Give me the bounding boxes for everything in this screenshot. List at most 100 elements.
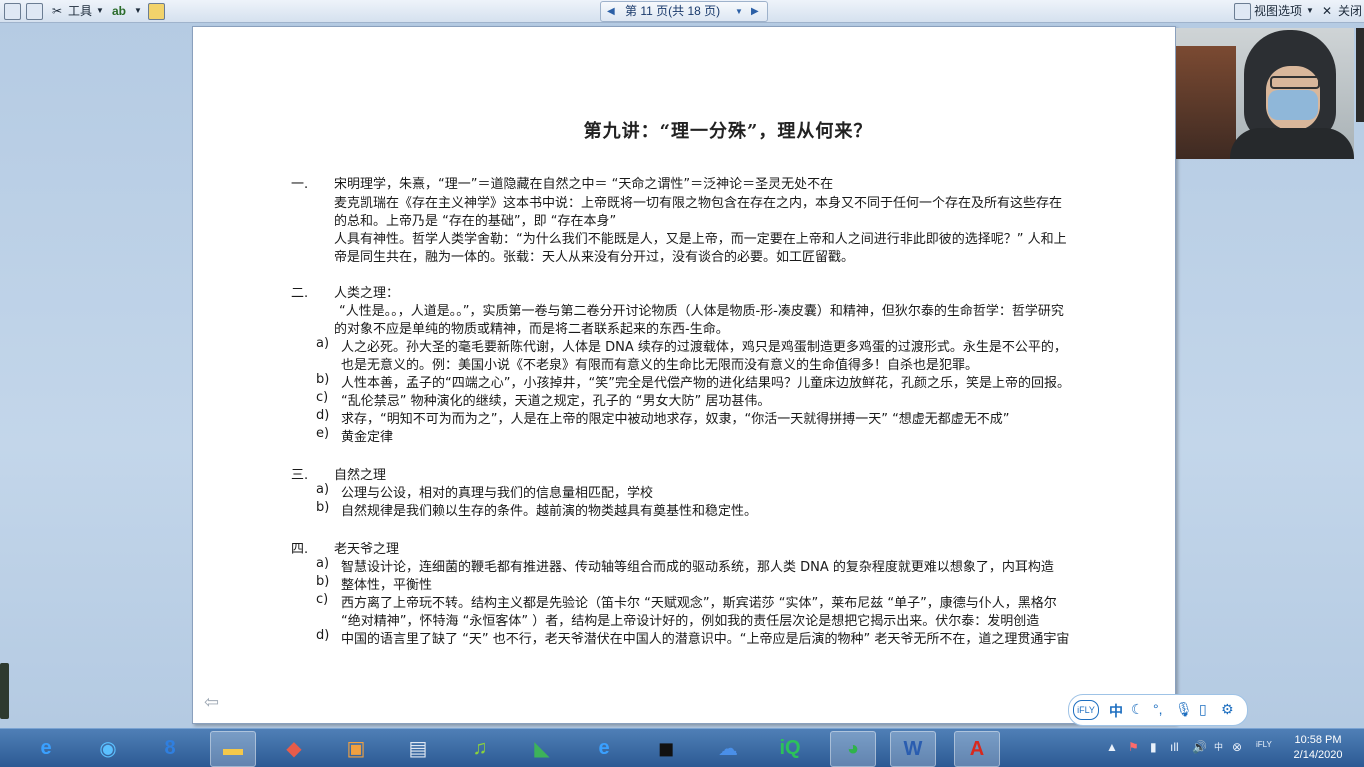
text-line: 的总和。上帝乃是 “存在的基础”，即 “存在本身”	[334, 214, 617, 229]
text-line: 西方离了上帝玩不转。结构主义都是先验论（笛卡尔 “天赋观念”，斯宾诺莎 “实体”…	[341, 596, 1057, 611]
document-page: 第九讲：“理一分殊”，理从何来？ 一. 宋明理学，朱熹，“理一”＝道隐藏在自然之中…	[192, 26, 1176, 724]
text-line: 也是无意义的。例：美国小说《不老泉》有限而有意义的生命比无限而没有意义的生命值得…	[341, 358, 979, 373]
gear-icon[interactable]: ⚙	[1221, 701, 1234, 718]
text-line: 帝是同生共在，融为一体的。张载：天人从来没有分开过，没有谈合的必要。如工匠留戳。	[334, 250, 855, 265]
text-line: “人性是。。，人道是。。”，实质第一卷与第二卷分开讨论物质（人体是物质-形-凑皮…	[339, 304, 1064, 319]
ifly-logo[interactable]: iFLY	[1073, 700, 1099, 720]
toolbar: ✂ 工具 ▼ ab ▼ ◀ 第 11 页(共 18 页) ▼ ▶ 视图选项 ▼ …	[0, 0, 1364, 23]
next-page-icon[interactable]: ▶	[751, 2, 759, 21]
text-line: “绝对精神”，怀特海 “永恒客体” ）者，结构是上帝设计好的，例如我的责任层次论…	[341, 614, 1040, 629]
page-title: 第九讲：“理一分殊”，理从何来？	[583, 121, 873, 142]
side-panel-edge	[1356, 28, 1364, 122]
battery-icon[interactable]: ▮	[1150, 740, 1157, 754]
list-marker: a)	[316, 482, 330, 497]
stop-icon[interactable]: ⊗	[1232, 740, 1242, 754]
taskbar-acrobat-icon[interactable]: A	[954, 731, 1000, 767]
chevron-down-icon: ▼	[96, 6, 104, 15]
clock-time: 10:58 PM	[1294, 734, 1342, 746]
list-marker: 四.	[291, 542, 309, 557]
moon-icon[interactable]: ☾	[1131, 701, 1144, 718]
list-marker: a)	[316, 556, 330, 571]
text-line: 自然之理	[334, 468, 387, 483]
text-line: 黄金定律	[341, 430, 394, 445]
spellcheck-icon[interactable]: ab	[112, 3, 126, 19]
taskbar-media-icon[interactable]: ◉	[86, 731, 130, 765]
text-line: 人类之理：	[334, 286, 400, 301]
language-toggle[interactable]: 中	[1109, 701, 1123, 721]
list-marker: b)	[316, 574, 330, 589]
text-line: 求存，“明知不可为而为之”，人是在上帝的限定中被动地求存，奴隶，“你活一天就得拼…	[341, 412, 1010, 427]
tools-menu[interactable]: 工具	[68, 3, 92, 19]
text-line: 宋明理学，朱熹，“理一”＝道隐藏在自然之中＝ “天命之谓性”＝泛神论＝圣灵无处不…	[334, 177, 834, 192]
list-marker: a)	[316, 336, 330, 351]
list-marker: c)	[316, 390, 329, 405]
text-line: 人性本善，孟子的“四端之心”，小孩掉井，“笑”完全是代偿产物的进化结果吗？儿童床…	[341, 376, 1070, 391]
face-mask	[1268, 90, 1318, 120]
flag-icon[interactable]: ⚑	[1128, 740, 1139, 754]
text-line: 老天爷之理	[334, 542, 400, 557]
clock-date: 2/14/2020	[1293, 749, 1343, 761]
taskbar-cloud-icon[interactable]: ☁	[706, 731, 750, 765]
text-line: “乱伦禁忌” 物种演化的继续，天道之规定，孔子的 “男女大防” 居功甚伟。	[341, 394, 771, 409]
ifly-input-bar: iFLY 中 ☾ °, 🎙 ▯ ⚙	[1068, 694, 1248, 726]
taskbar-wechat-icon[interactable]: ◕	[830, 731, 876, 767]
page-navigator: ◀ 第 11 页(共 18 页) ▼ ▶	[600, 1, 768, 22]
prev-page-icon[interactable]: ◀	[607, 2, 615, 21]
chevron-down-icon[interactable]: ▼	[735, 2, 743, 21]
taskbar-ie-icon[interactable]: e	[582, 731, 626, 765]
text-line: 中国的语言里了缺了 “天” 也不行，老天爷潜伏在中国人的潜意识中。“上帝应是后演…	[341, 632, 1070, 647]
close-button[interactable]: 关闭	[1338, 3, 1362, 19]
ifly-tray-icon[interactable]: iFLY	[1256, 740, 1272, 749]
taskbar-film-icon[interactable]: ▤	[396, 731, 440, 765]
view-options-button[interactable]: 视图选项	[1254, 3, 1302, 19]
microphone-icon[interactable]: 🎙	[1175, 701, 1193, 718]
view-options-icon	[1234, 3, 1251, 20]
taskbar-iqiyi-icon[interactable]: iQ	[768, 731, 812, 765]
glasses	[1270, 76, 1320, 89]
chevron-down-icon: ▼	[1306, 6, 1314, 15]
list-marker: e)	[316, 426, 330, 441]
list-marker: 二.	[291, 286, 309, 301]
bookshelf	[1176, 46, 1236, 159]
close-icon[interactable]: ✕	[1322, 3, 1332, 19]
text-line: 自然规律是我们赖以生存的条件。越前演的物类越具有奠基性和稳定性。	[341, 504, 758, 519]
text-line: 人具有神性。哲学人类学舍勒：“为什么我们不能既是人，又是上帝，而一定要在上帝和人…	[334, 232, 1067, 247]
taskbar-camera-icon[interactable]: ◼	[644, 731, 688, 765]
text-line: 整体性，平衡性	[341, 578, 433, 593]
input-method-icon[interactable]: 中	[1214, 740, 1223, 753]
clock[interactable]: 10:58 PM 2/14/2020	[1282, 733, 1354, 763]
list-marker: b)	[316, 372, 330, 387]
list-marker: 三.	[291, 468, 309, 483]
keyboard-icon[interactable]: ▯	[1199, 701, 1207, 718]
person-body	[1230, 128, 1354, 159]
show-hidden-icon[interactable]: ▲	[1106, 740, 1118, 754]
text-line: 智慧设计论，连细菌的鞭毛都有推进器、传动轴等组合而成的驱动系统，那人类 DNA …	[341, 560, 1054, 575]
text-line: 公理与公设，相对的真理与我们的信息量相匹配，学校	[341, 486, 654, 501]
text-line: 人之必死。孙大圣的毫毛要新陈代谢，人体是 DNA 续存的过渡载体，鸡只是鸡蛋制造…	[341, 340, 1067, 355]
taskbar-ie-icon[interactable]: e	[24, 731, 68, 765]
text-line: 的对象不应是单纯的物质或精神，而是将二者联系起来的东西-生命。	[334, 322, 729, 337]
save-icon[interactable]	[4, 3, 21, 20]
taskbar-pdf-reader-icon[interactable]: ◣	[520, 731, 564, 765]
back-arrow-icon[interactable]: ⇦	[204, 692, 219, 713]
taskbar-folder-icon[interactable]: ▬	[210, 731, 256, 767]
taskbar-package-icon[interactable]: ▣	[334, 731, 378, 765]
print-icon[interactable]	[26, 3, 43, 20]
list-marker: c)	[316, 592, 329, 607]
webcam-video[interactable]	[1176, 28, 1354, 159]
taskbar-word-icon[interactable]: W	[890, 731, 936, 767]
side-widget[interactable]	[0, 663, 9, 719]
punctuation-icon[interactable]: °,	[1153, 701, 1163, 717]
folder-icon[interactable]	[148, 3, 165, 20]
wrench-icon: ✂	[52, 4, 63, 18]
volume-icon[interactable]: 🔊	[1192, 740, 1207, 754]
page-indicator[interactable]: 第 11 页(共 18 页)	[625, 2, 720, 21]
taskbar-music-icon[interactable]: ♫	[458, 731, 502, 765]
chevron-down-icon: ▼	[134, 6, 142, 15]
taskbar-baidu-icon[interactable]: 8	[148, 731, 192, 765]
taskbar-store-icon[interactable]: ◆	[272, 731, 316, 765]
taskbar: e ◉ 8 ▬ ◆ ▣ ▤ ♫ ◣ e ◼ ☁ iQ ◕ W A ▲ ⚑ ▮ ıll 🔊 中 ⊗ iFLY 1…	[0, 728, 1364, 767]
network-icon[interactable]: ıll	[1170, 740, 1179, 754]
list-marker: b)	[316, 500, 330, 515]
list-marker: d)	[316, 628, 330, 643]
